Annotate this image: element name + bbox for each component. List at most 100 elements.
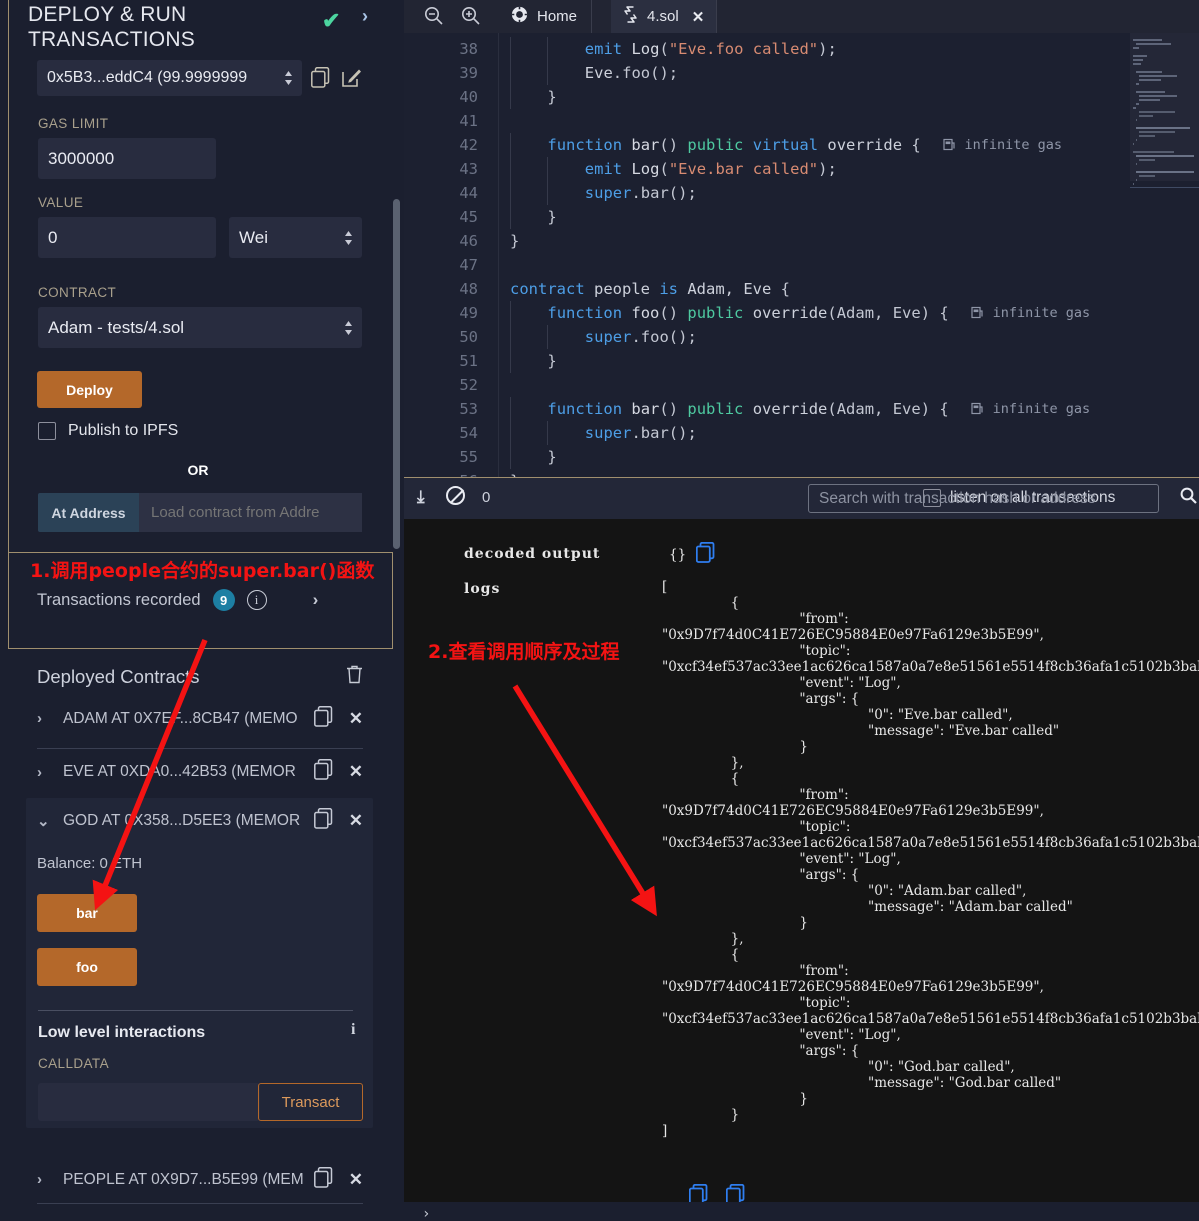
trash-icon[interactable] <box>346 665 363 689</box>
code-line: 48contract people is Adam, Eve { <box>404 277 1199 301</box>
copy-icon[interactable] <box>726 1184 745 1202</box>
code-text: } <box>547 205 556 229</box>
publish-ipfs-checkbox[interactable] <box>38 422 56 440</box>
gas-limit-input[interactable]: 3000000 <box>38 138 216 179</box>
terminal-output[interactable]: decoded output {} logs [ { "from": "0x9D… <box>404 519 1199 1202</box>
minimap-line <box>1139 111 1175 113</box>
chevron-updown-icon <box>344 231 353 245</box>
gas-pump-icon <box>971 401 992 417</box>
zoom-out-icon[interactable] <box>424 6 443 30</box>
tab-home[interactable]: Home <box>497 0 592 33</box>
minimap-line <box>1133 47 1139 49</box>
minimap-line <box>1133 183 1134 185</box>
minimap-line <box>1136 163 1137 165</box>
line-number: 39 <box>404 61 478 85</box>
copy-icon[interactable] <box>689 1184 708 1202</box>
indent-guide <box>547 37 548 61</box>
calldata-input[interactable] <box>38 1083 260 1121</box>
chevron-right-icon[interactable]: › <box>37 1171 63 1188</box>
code-token: "Eve.bar called" <box>669 160 818 178</box>
chevron-down-icon[interactable]: ⌄ <box>37 812 63 830</box>
editor-minimap[interactable] <box>1130 33 1199 478</box>
chevron-right-icon[interactable]: › <box>37 710 63 727</box>
at-address-button[interactable]: At Address <box>38 493 139 532</box>
search-input[interactable] <box>808 484 1159 513</box>
transact-button[interactable]: Transact <box>258 1083 363 1121</box>
value-input[interactable]: 0 <box>38 217 216 258</box>
close-icon[interactable]: ✕ <box>349 762 363 782</box>
contract-row-eve[interactable]: › EVE AT 0XDA0...42B53 (MEMOR ✕ <box>37 748 363 795</box>
logs-value: [ { "from": "0x9D7f74d0C41E726EC95884E0e… <box>662 579 1162 1139</box>
at-address-input[interactable] <box>139 493 362 532</box>
search-icon[interactable] <box>1180 487 1197 509</box>
minimap-line <box>1133 59 1143 61</box>
function-button-foo[interactable]: foo <box>37 948 137 986</box>
copy-icon[interactable] <box>314 759 333 785</box>
chevron-right-icon[interactable]: › <box>37 764 63 781</box>
editor-toolbar: Home 4.sol ✕ <box>404 0 1199 33</box>
account-value: 0x5B3...eddC4 (99.9999999 <box>47 69 275 87</box>
minimap-line <box>1133 55 1147 57</box>
edit-icon[interactable] <box>342 67 362 93</box>
close-icon[interactable]: ✕ <box>692 8 705 26</box>
code-line: 45} <box>404 205 1199 229</box>
copy-icon[interactable] <box>311 67 330 93</box>
chevron-right-icon[interactable]: › <box>362 6 368 27</box>
copy-icon[interactable] <box>314 706 333 732</box>
code-token: ); <box>818 160 837 178</box>
code-token: function <box>547 304 631 322</box>
contract-row-god[interactable]: ⌄ GOD AT 0X358...D5EE3 (MEMOR ✕ <box>37 798 363 843</box>
code-token: emit <box>585 160 632 178</box>
contract-name: ADAM AT 0X7EF...8CB47 (MEMO <box>63 710 314 728</box>
code-token: virtual <box>753 136 828 154</box>
code-token: Log <box>631 40 659 58</box>
chevron-right-icon[interactable]: › <box>313 590 319 610</box>
deploy-button[interactable]: Deploy <box>37 371 142 408</box>
info-icon[interactable]: i <box>351 1021 355 1039</box>
code-line: 55} <box>404 445 1199 469</box>
contract-row-adam[interactable]: › ADAM AT 0X7EF...8CB47 (MEMO ✕ <box>37 695 363 742</box>
left-panel-scrollbar[interactable] <box>393 199 400 549</box>
tab-4-sol[interactable]: 4.sol ✕ <box>611 0 717 33</box>
contract-row-people[interactable]: › PEOPLE AT 0X9D7...B5E99 (MEM ✕ <box>37 1156 363 1203</box>
account-select[interactable]: 0x5B3...eddC4 (99.9999999 <box>37 60 302 96</box>
value-amount: 0 <box>48 228 57 248</box>
line-number: 44 <box>404 181 478 205</box>
low-level-interactions-title: Low level interactions <box>38 1024 205 1042</box>
close-icon[interactable]: ✕ <box>349 811 363 831</box>
chevrons-down-icon[interactable]: ⤓ <box>417 487 425 507</box>
code-token: Log <box>631 160 659 178</box>
annotation-note-1: 1.调用people合约的super.bar()函数 <box>30 556 374 583</box>
code-token: .bar(); <box>631 184 696 202</box>
code-token: () <box>659 136 687 154</box>
code-token: .foo(); <box>613 64 678 82</box>
code-editor[interactable]: 38emit Log("Eve.foo called");39Eve.foo()… <box>404 33 1199 478</box>
contract-balance: Balance: 0 ETH <box>37 855 142 872</box>
transactions-recorded-row[interactable]: Transactions recorded 9 i › <box>37 589 318 611</box>
minimap-line <box>1136 43 1171 45</box>
indent-guide <box>510 325 511 349</box>
code-token: () <box>659 400 687 418</box>
contract-select[interactable]: Adam - tests/4.sol <box>38 307 362 348</box>
code-token: } <box>547 88 556 106</box>
info-icon[interactable]: i <box>247 590 267 610</box>
copy-icon[interactable] <box>314 1167 333 1193</box>
ban-icon[interactable] <box>446 486 465 505</box>
function-button-bar[interactable]: bar <box>37 894 137 932</box>
publish-to-ipfs-row[interactable]: Publish to IPFS <box>38 422 178 440</box>
minimap-line <box>1133 143 1134 145</box>
indent-guide <box>510 301 511 325</box>
indent-guide <box>547 325 548 349</box>
code-token: override <box>827 136 911 154</box>
indent-guide <box>510 181 511 205</box>
close-icon[interactable]: ✕ <box>349 1170 363 1190</box>
code-text: function bar() public virtual override { <box>547 133 920 157</box>
minimap-line <box>1136 91 1165 93</box>
copy-icon[interactable] <box>314 808 333 834</box>
code-token: (Adam, Eve) { <box>827 400 948 418</box>
value-unit-select[interactable]: Wei <box>229 217 362 258</box>
copy-icon[interactable] <box>696 542 715 568</box>
close-icon[interactable]: ✕ <box>349 709 363 729</box>
code-token: super <box>585 424 632 442</box>
zoom-in-icon[interactable] <box>461 6 480 30</box>
